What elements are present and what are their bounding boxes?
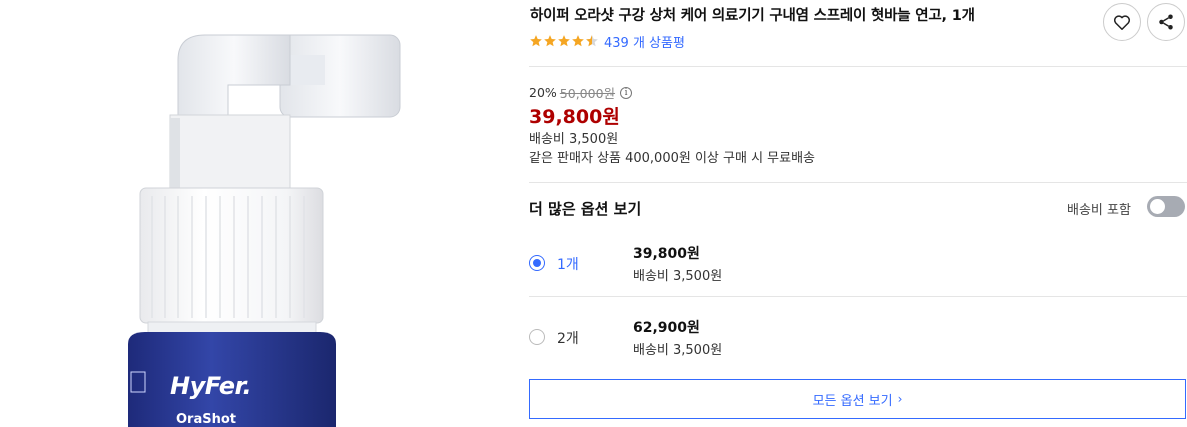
info-icon[interactable]: i bbox=[620, 86, 633, 99]
divider bbox=[529, 296, 1187, 297]
toggle-knob bbox=[1150, 199, 1165, 214]
spray-bottle-illustration bbox=[128, 34, 401, 427]
wishlist-button[interactable] bbox=[1103, 3, 1141, 41]
star-half-icon bbox=[585, 34, 599, 48]
product-title: 하이퍼 오라샷 구강 상처 케어 의료기기 구내염 스프레이 혓바늘 연고, 1… bbox=[530, 8, 975, 24]
star-icon bbox=[557, 34, 571, 48]
chevron-right-icon: › bbox=[897, 392, 903, 406]
star-icon bbox=[529, 34, 543, 48]
sale-price: 39,800원 bbox=[529, 106, 620, 128]
share-button[interactable] bbox=[1147, 3, 1185, 41]
option-price: 62,900원 bbox=[633, 320, 700, 336]
option-item-2[interactable]: 2개 62,900원 배송비 3,500원 bbox=[529, 299, 1187, 373]
discount-rate: 20% bbox=[529, 85, 557, 100]
option-qty: 1개 bbox=[557, 257, 579, 273]
product-info-panel: 하이퍼 오라샷 구강 상처 케어 의료기기 구내염 스프레이 혓바늘 연고, 1… bbox=[529, 0, 1187, 427]
option-price: 39,800원 bbox=[633, 246, 700, 262]
include-shipping-toggle[interactable] bbox=[1147, 196, 1185, 217]
star-rating bbox=[529, 34, 599, 48]
original-price: 50,000원 bbox=[559, 86, 616, 101]
image-brand-logo: HyFer. bbox=[170, 372, 252, 400]
shipping-fee: 배송비 3,500원 bbox=[529, 132, 619, 147]
heart-icon bbox=[1113, 14, 1131, 30]
option-shipping: 배송비 3,500원 bbox=[633, 343, 723, 358]
include-shipping-label: 배송비 포함 bbox=[1067, 203, 1131, 218]
rating-row: 439 개 상품평 bbox=[529, 32, 685, 51]
option-item-1[interactable]: 1개 39,800원 배송비 3,500원 bbox=[529, 225, 1187, 299]
divider bbox=[529, 182, 1187, 183]
star-icon bbox=[571, 34, 585, 48]
divider bbox=[529, 66, 1187, 67]
star-icon bbox=[543, 34, 557, 48]
option-radio-1[interactable] bbox=[529, 255, 545, 271]
all-options-button[interactable]: 모든 옵션 보기 › bbox=[529, 379, 1186, 419]
review-count-link[interactable]: 439 개 상품평 bbox=[604, 32, 685, 51]
option-shipping: 배송비 3,500원 bbox=[633, 269, 723, 284]
image-subbrand: OraShot bbox=[176, 412, 236, 427]
share-icon bbox=[1159, 14, 1173, 30]
options-title: 더 많은 옵션 보기 bbox=[529, 200, 642, 218]
all-options-label: 모든 옵션 보기 bbox=[812, 393, 893, 409]
option-qty: 2개 bbox=[557, 331, 579, 347]
free-shipping-note: 같은 판매자 상품 400,000원 이상 구매 시 무료배송 bbox=[529, 151, 816, 166]
product-image[interactable]: HyFer. OraShot bbox=[0, 0, 510, 427]
discount-row: 20% 50,000원 i bbox=[529, 83, 633, 102]
option-radio-2[interactable] bbox=[529, 329, 545, 345]
